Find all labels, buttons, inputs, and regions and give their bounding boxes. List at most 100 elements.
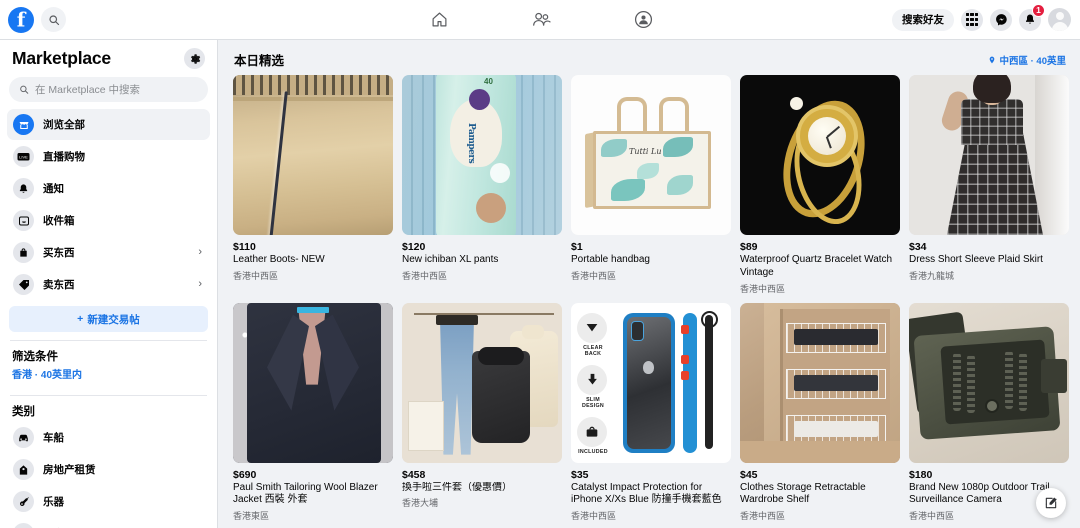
listing-image[interactable] — [402, 302, 562, 463]
bag-icon — [13, 242, 34, 263]
listing-card[interactable]: Tutti Lu $1 Portable handbag 香港中西區 — [571, 75, 731, 295]
gear-icon — [190, 53, 200, 64]
listing-title: New ichiban XL pants — [402, 254, 499, 265]
category-heading: 类别 — [12, 406, 35, 418]
listing-image[interactable] — [740, 302, 900, 463]
case-feature-label: CLEAR BACK — [583, 344, 603, 357]
listing-card[interactable]: $89 Waterproof Quartz Bracelet Watch Vin… — [740, 75, 900, 295]
topbar-right-actions: 搜索好友 1 — [892, 3, 1080, 31]
listing-location: 香港中西區 — [402, 270, 448, 281]
listing-image[interactable]: CLEAR BACK SLIM DESIGN INCLUDED — [571, 302, 731, 463]
create-new-listing-label: 新建交易帖 — [87, 313, 140, 326]
facebook-logo[interactable] — [8, 6, 34, 33]
listing-title: Clothes Storage Retractable Wardrobe She… — [740, 481, 866, 506]
messenger-icon — [995, 14, 1007, 26]
gold-watch-photo — [740, 75, 900, 235]
listing-image[interactable] — [909, 75, 1069, 235]
listing-image[interactable] — [233, 302, 393, 463]
listing-image[interactable]: 40 Pampers — [402, 75, 562, 235]
listing-title: Leather Boots- NEW — [233, 254, 325, 265]
sidebar-item-label: 通知 — [43, 183, 64, 195]
listing-image[interactable] — [233, 75, 393, 235]
listings-grid: $110 Leather Boots- NEW 香港中西區 40 Pampers — [219, 75, 1080, 522]
listing-card[interactable]: $34 Dress Short Sleeve Plaid Skirt 香港九龍城 — [909, 75, 1069, 295]
listing-card[interactable]: $690 Paul Smith Tailoring Wool Blazer Ja… — [233, 302, 393, 523]
listing-card[interactable]: CLEAR BACK SLIM DESIGN INCLUDED $35 Cata… — [571, 302, 731, 523]
global-search-button[interactable] — [41, 7, 66, 32]
nav-groups-tab[interactable] — [626, 7, 660, 33]
sidebar-item-buy[interactable]: 买东西 › — [7, 237, 210, 268]
marketplace-main-content: 本日精选 中西區 · 40英里 $110 Leather Boots- NEW … — [219, 40, 1080, 528]
main-header: 本日精选 中西區 · 40英里 — [219, 40, 1080, 75]
phone-case-photo: CLEAR BACK SLIM DESIGN INCLUDED — [571, 302, 731, 463]
marketplace-search-input[interactable] — [35, 83, 198, 96]
location-pin-icon — [990, 56, 995, 63]
sidebar-item-label: 卖东西 — [43, 279, 75, 291]
nav-home-tab[interactable] — [422, 7, 456, 33]
top-navigation-bar: 搜索好友 1 — [0, 0, 1080, 40]
listing-title: Waterproof Quartz Bracelet Watch Vintage — [740, 254, 893, 278]
wool-blazer-photo — [233, 302, 393, 463]
listing-image[interactable] — [740, 75, 900, 235]
location-filter-button[interactable]: 中西區 · 40英里 — [988, 53, 1066, 67]
compose-listing-fab[interactable] — [1036, 488, 1066, 518]
listing-card[interactable]: $458 換手啦三件套（優惠價） 香港大埔 — [402, 302, 562, 523]
sidebar-item-live-shopping[interactable]: LIVE 直播购物 — [7, 141, 210, 172]
account-avatar[interactable] — [1048, 8, 1071, 31]
clear-back-feature-icon — [577, 312, 607, 343]
sidebar-category-sporting-goods[interactable]: 体育用品 — [7, 518, 210, 528]
storefront-icon — [13, 114, 34, 135]
sidebar-item-label: 浏览全部 — [43, 119, 85, 131]
groups-icon — [634, 10, 652, 29]
svg-text:LIVE: LIVE — [19, 155, 28, 160]
bell-icon — [13, 178, 34, 199]
sidebar-item-notifications[interactable]: 通知 — [7, 173, 210, 204]
listing-location: 香港九龍城 — [909, 270, 955, 281]
apps-menu-button[interactable] — [961, 8, 983, 31]
listing-title: Dress Short Sleeve Plaid Skirt — [909, 254, 1043, 265]
search-icon — [20, 85, 29, 94]
listing-card[interactable]: $110 Leather Boots- NEW 香港中西區 — [233, 75, 393, 295]
listing-card[interactable]: 40 Pampers $120 New ichiban XL pants 香港中… — [402, 75, 562, 295]
marketplace-search-box[interactable] — [9, 77, 208, 102]
filters-location-value[interactable]: 香港 · 40英里内 — [0, 366, 217, 387]
listing-price: $458 — [402, 468, 426, 481]
listing-location: 香港中西區 — [740, 283, 786, 294]
listing-location: 香港中西區 — [740, 511, 786, 522]
sidebar-category-musical-instruments[interactable]: 乐器 — [7, 486, 210, 517]
sidebar-item-browse-all[interactable]: 浏览全部 — [7, 109, 210, 140]
sidebar-item-inbox[interactable]: 收件箱 — [7, 205, 210, 236]
plaid-dress-photo — [909, 75, 1069, 235]
three-piece-outfit-photo — [402, 302, 562, 463]
listing-card[interactable]: $45 Clothes Storage Retractable Wardrobe… — [740, 302, 900, 523]
filters-heading: 筛选条件 — [12, 351, 58, 363]
diaper-pack-photo: 40 Pampers — [402, 75, 562, 235]
notification-badge: 1 — [1032, 3, 1045, 17]
wardrobe-shelf-photo — [740, 302, 900, 463]
case-feature-label: INCLUDED — [578, 448, 608, 455]
sidebar-item-label: 买东西 — [43, 247, 75, 259]
search-icon — [48, 14, 59, 25]
listing-price: $34 — [909, 241, 927, 253]
listing-title: Catalyst Impact Protection for iPhone X/… — [571, 481, 722, 506]
create-new-listing-button[interactable]: + 新建交易帖 — [9, 306, 208, 332]
sidebar-item-sell[interactable]: 卖东西 › — [7, 269, 210, 300]
listing-image[interactable]: Tutti Lu — [571, 75, 731, 235]
sidebar-category-vehicles[interactable]: 车船 — [7, 422, 210, 453]
listing-price: $120 — [402, 241, 426, 253]
listing-title: Paul Smith Tailoring Wool Blazer Jacket … — [233, 481, 378, 506]
location-filter-label: 中西區 · 40英里 — [999, 55, 1066, 67]
search-friends-button[interactable]: 搜索好友 — [892, 8, 954, 31]
home-rental-icon — [13, 459, 34, 480]
nav-friends-tab[interactable] — [524, 7, 558, 33]
listing-price: $89 — [740, 241, 758, 253]
sidebar-item-label: 直播购物 — [43, 151, 85, 163]
page-title: 本日精选 — [234, 54, 285, 68]
notifications-button[interactable]: 1 — [1019, 3, 1045, 31]
marketplace-settings-button[interactable] — [184, 48, 205, 69]
sidebar-category-property-rentals[interactable]: 房地产租赁 — [7, 454, 210, 485]
listing-title: 換手啦三件套（優惠價） — [402, 481, 512, 493]
messenger-button[interactable] — [990, 8, 1012, 31]
home-icon — [432, 12, 446, 27]
listing-image[interactable] — [909, 302, 1069, 463]
